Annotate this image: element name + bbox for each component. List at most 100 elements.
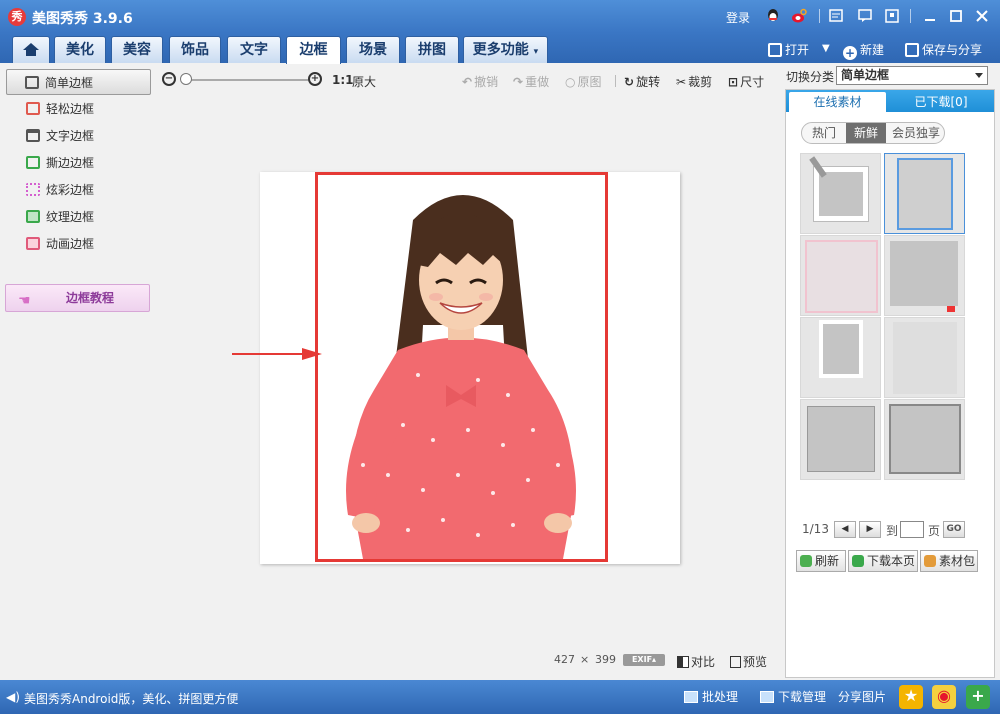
- material-grid: [800, 153, 966, 481]
- zoom-slider-track[interactable]: [188, 79, 308, 81]
- weibo-share-icon[interactable]: ◉: [932, 685, 956, 709]
- share-picture-button[interactable]: 分享图片: [838, 688, 886, 705]
- batch-icon: [684, 691, 698, 703]
- tab-online-materials[interactable]: 在线素材: [789, 92, 886, 112]
- photo-canvas[interactable]: [260, 172, 680, 564]
- tab-beautify[interactable]: 美化: [54, 36, 106, 63]
- material-panel: 切换分类 简单边框 在线素材 已下载[0] 热门 新鲜 会员独享 1/13 ◀ …: [780, 63, 1000, 680]
- download-manager-button[interactable]: 下载管理: [760, 688, 826, 705]
- download-page-button[interactable]: 下载本页: [848, 550, 918, 572]
- material-pack-button[interactable]: 素材包: [920, 550, 978, 572]
- frame-thumbnail[interactable]: [884, 235, 965, 316]
- canvas-toolbar: − + 1:1 原大 ↶ 撤销 ↷ 重做 ○ 原图 ↻ 旋转 ✂ 裁剪 ⊡ 尺寸: [160, 70, 780, 90]
- tab-frame[interactable]: 边框: [286, 36, 341, 64]
- redo-button[interactable]: ↷ 重做: [513, 73, 549, 90]
- qq-icon[interactable]: [765, 8, 781, 24]
- add-icon[interactable]: +: [966, 685, 990, 709]
- frame-thumbnail[interactable]: [800, 153, 881, 234]
- prev-page-button[interactable]: ◀: [834, 521, 856, 538]
- zoom-in-icon[interactable]: +: [308, 72, 322, 86]
- weibo-icon[interactable]: [791, 8, 807, 24]
- batch-label: 批处理: [702, 690, 739, 704]
- promo-link[interactable]: 美图秀秀Android版，美化、拼图更方便: [24, 690, 238, 707]
- filter-vip[interactable]: 会员独享: [886, 123, 944, 143]
- open-dropdown-arrow[interactable]: ▼: [822, 43, 830, 54]
- tab-accessories[interactable]: 饰品: [169, 36, 221, 63]
- tab-home[interactable]: [12, 36, 50, 63]
- login-link[interactable]: 登录: [726, 9, 750, 26]
- page-number-input[interactable]: [900, 521, 924, 538]
- frame-red-border: [315, 172, 608, 562]
- frame-thumbnail[interactable]: [884, 317, 965, 398]
- crop-label: 裁剪: [688, 75, 713, 89]
- tab-text[interactable]: 文字: [227, 36, 281, 63]
- tab-scene[interactable]: 场景: [346, 36, 400, 63]
- sidebar-item-torn-frame[interactable]: 撕边边框: [6, 150, 151, 176]
- compare-button[interactable]: 对比: [677, 653, 715, 670]
- frame-thumbnail[interactable]: [884, 153, 965, 234]
- category-select[interactable]: 简单边框: [836, 66, 988, 85]
- sidebar-item-text-frame[interactable]: 文字边框: [6, 123, 151, 149]
- sidebar-item-colorful-frame[interactable]: 炫彩边框: [6, 177, 151, 203]
- original-image-button[interactable]: ○ 原图: [565, 73, 602, 90]
- page-indicator: 1/13: [802, 522, 829, 536]
- resize-button[interactable]: ⊡ 尺寸: [728, 73, 764, 90]
- filter-hot[interactable]: 热门: [802, 123, 846, 143]
- canvas-status-bar: 427 × 399 EXIF▴ 对比 预览: [550, 652, 775, 670]
- frame-thumbnail[interactable]: [800, 235, 881, 316]
- sidebar-item-label: 轻松边框: [46, 102, 95, 116]
- speaker-icon: ◀): [6, 690, 20, 704]
- frame-thumbnail[interactable]: [884, 399, 965, 480]
- skin-icon[interactable]: [884, 8, 900, 24]
- frame-tutorial-button[interactable]: ☚ 边框教程: [5, 284, 150, 312]
- message-icon[interactable]: [857, 8, 873, 24]
- minimize-icon[interactable]: [922, 8, 938, 24]
- thumbnail-preview: [897, 158, 953, 230]
- actual-size-ratio[interactable]: 1:1: [332, 73, 354, 87]
- original-size-button[interactable]: 原大: [352, 73, 376, 90]
- open-button[interactable]: 打开: [768, 41, 809, 58]
- sidebar-item-texture-frame[interactable]: 纹理边框: [6, 204, 151, 230]
- save-icon: [905, 43, 919, 57]
- go-button[interactable]: GO: [943, 521, 965, 538]
- thumbnail-photo: [823, 324, 859, 374]
- toolbar-separator: [615, 75, 616, 87]
- sidebar-item-label: 简单边框: [45, 76, 94, 90]
- batch-process-button[interactable]: 批处理: [684, 688, 738, 705]
- sidebar-item-animation-frame[interactable]: 动画边框: [6, 231, 151, 257]
- close-icon[interactable]: [974, 8, 990, 24]
- tab-collage[interactable]: 拼图: [405, 36, 459, 63]
- exif-button[interactable]: EXIF▴: [623, 654, 665, 666]
- maximize-icon[interactable]: [948, 8, 964, 24]
- refresh-label: 刷新: [815, 554, 840, 568]
- filter-new[interactable]: 新鲜: [846, 123, 886, 143]
- tab-more-features[interactable]: 更多功能 ▾: [463, 36, 548, 63]
- frame-category-sidebar: 简单边框 轻松边框 文字边框 撕边边框 炫彩边框 纹理边框 动画边框 ☚ 边框教…: [0, 63, 155, 680]
- heart-icon: [947, 306, 955, 312]
- chevron-down-icon: ▾: [533, 47, 539, 57]
- new-button[interactable]: + 新建: [843, 41, 884, 60]
- home-icon: [23, 43, 39, 56]
- zoom-out-icon[interactable]: −: [162, 72, 176, 86]
- tab-beauty[interactable]: 美容: [111, 36, 163, 63]
- frame-thumbnail[interactable]: [800, 399, 881, 480]
- page-suffix-label: 页: [928, 524, 941, 538]
- feedback-icon[interactable]: [828, 8, 844, 24]
- sidebar-item-simple-frame[interactable]: 简单边框: [6, 69, 151, 95]
- undo-button[interactable]: ↶ 撤销: [462, 73, 498, 90]
- crop-button[interactable]: ✂ 裁剪: [676, 73, 712, 90]
- zoom-slider-handle[interactable]: [180, 73, 192, 85]
- star-icon[interactable]: ★: [899, 685, 923, 709]
- save-share-button[interactable]: 保存与分享: [905, 41, 982, 58]
- next-page-button[interactable]: ▶: [859, 521, 881, 538]
- download-page-label: 下载本页: [867, 554, 916, 568]
- preview-button[interactable]: 预览: [730, 653, 767, 670]
- tab-more-label: 更多功能: [472, 42, 529, 58]
- refresh-button[interactable]: 刷新: [796, 550, 846, 572]
- package-icon: [924, 555, 936, 567]
- sidebar-item-easy-frame[interactable]: 轻松边框: [6, 96, 151, 122]
- dimension-separator: ×: [580, 653, 590, 666]
- frame-thumbnail[interactable]: [800, 317, 881, 398]
- rotate-button[interactable]: ↻ 旋转: [624, 73, 660, 90]
- tab-downloaded[interactable]: 已下载[0]: [891, 92, 991, 112]
